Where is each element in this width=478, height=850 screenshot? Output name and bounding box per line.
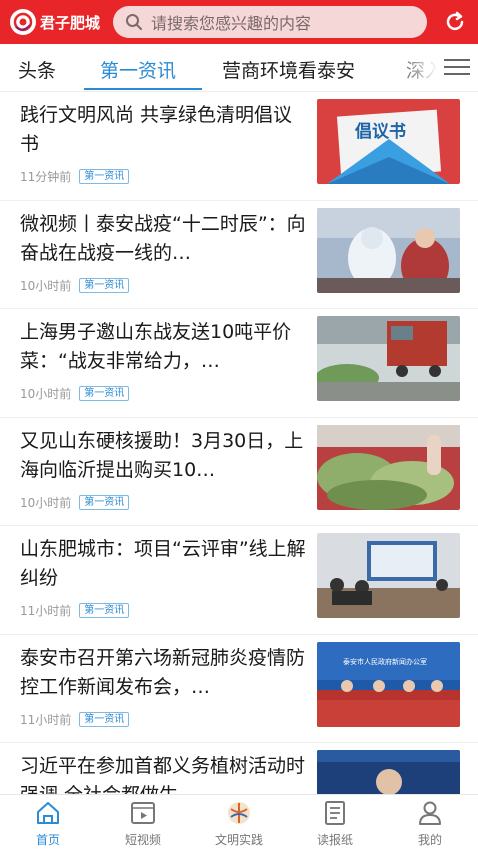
nav-short-video[interactable]: 短视频: [103, 799, 183, 849]
tab-headlines[interactable]: 头条: [18, 56, 56, 83]
news-tag: 第一资讯: [79, 169, 130, 184]
civilization-icon: [228, 802, 250, 824]
tab-first-news[interactable]: 第一资讯: [100, 56, 176, 83]
news-title: 践行文明风尚 共享绿色清明倡议书: [20, 104, 293, 155]
news-tag: 第一资讯: [79, 603, 130, 618]
news-time: 10小时前: [20, 495, 72, 510]
thumbnail-caption: 倡议书: [354, 121, 406, 142]
search-placeholder: 请搜索您感兴趣的内容: [151, 14, 312, 33]
news-tag: 第一资讯: [79, 494, 130, 510]
news-meta: 10小时前 第一资讯: [20, 494, 130, 511]
news-title: 又见山东硬核援助！3月30日，上海向临沂提出购买10…: [20, 429, 304, 481]
channel-menu-icon[interactable]: [444, 56, 470, 78]
news-time: 10小时前: [20, 387, 72, 401]
home-icon: [37, 802, 59, 824]
news-title: 微视频丨泰安战疫“十二时辰”：向奋战在战疫一线的…: [20, 212, 306, 264]
newspaper-icon: [325, 801, 345, 825]
tab-business-environment[interactable]: 营商环境看泰安: [222, 56, 355, 83]
news-item[interactable]: 上海男子邀山东战友送10吨平价菜：“战友非常给力，… 10小时前 第一资讯: [0, 309, 478, 418]
news-thumbnail: [317, 533, 460, 618]
news-thumbnail: 倡议书: [317, 99, 460, 184]
news-meta: 11小时前 第一资讯: [20, 711, 130, 728]
logo-text: 君子肥城: [40, 13, 101, 32]
news-meta: 11分钟前 第一资讯: [20, 168, 130, 185]
news-time: 11分钟前: [20, 170, 72, 184]
news-list: 践行文明风尚 共享绿色清明倡议书 11分钟前 第一资讯 倡议书 微视频丨泰安战疫…: [0, 92, 478, 850]
thumbnail-caption: 泰安市人民政府新闻办公室: [343, 657, 427, 666]
news-meta: 10小时前 第一资讯: [20, 277, 130, 294]
news-tag: 第一资讯: [79, 386, 130, 401]
news-time: 10小时前: [20, 278, 72, 293]
news-title: 上海男子邀山东战友送10吨平价菜：“战友非常给力，…: [20, 321, 292, 372]
nav-profile[interactable]: 我的: [390, 799, 470, 849]
logo-mark-icon: [10, 9, 36, 35]
video-icon: [131, 802, 155, 824]
app-logo[interactable]: 君子肥城: [10, 7, 105, 37]
nav-civilization-practice-label: 文明实践: [214, 833, 263, 847]
news-title: 山东肥城市：项目“云评审”线上解纠纷: [20, 538, 306, 589]
news-thumbnail: [317, 424, 460, 510]
news-item[interactable]: 山东肥城市：项目“云评审”线上解纠纷 11小时前 第一资讯: [0, 526, 478, 635]
bottom-navigation: 首页 短视频 文明实践 读报纸 我的: [0, 794, 478, 850]
news-thumbnail: [317, 316, 460, 401]
channel-tabs: 头条 第一资讯 营商环境看泰安 深入: [0, 44, 478, 92]
news-title: 泰安市召开第六场新冠肺炎疫情防控工作新闻发布会，…: [20, 646, 306, 698]
search-icon: [126, 14, 142, 30]
news-item[interactable]: 践行文明风尚 共享绿色清明倡议书 11分钟前 第一资讯 倡议书: [0, 92, 478, 201]
nav-read-newspaper-label: 读报纸: [316, 833, 353, 847]
news-item[interactable]: 又见山东硬核援助！3月30日，上海向临沂提出购买10… 10小时前 第一资讯: [0, 418, 478, 526]
news-thumbnail: 泰安市人民政府新闻办公室: [317, 641, 460, 727]
news-thumbnail: [317, 207, 460, 293]
nav-read-newspaper[interactable]: 读报纸: [295, 799, 375, 849]
news-item[interactable]: 微视频丨泰安战疫“十二时辰”：向奋战在战疫一线的… 10小时前 第一资讯: [0, 201, 478, 309]
active-tab-indicator: [84, 88, 202, 90]
nav-profile-label: 我的: [417, 833, 442, 847]
nav-civilization-practice[interactable]: 文明实践: [199, 799, 279, 849]
news-meta: 11小时前 第一资讯: [20, 602, 130, 619]
news-time: 11小时前: [20, 604, 72, 618]
news-meta: 10小时前 第一资讯: [20, 385, 130, 402]
news-item[interactable]: 泰安市召开第六场新冠肺炎疫情防控工作新闻发布会，… 11小时前 第一资讯 泰安市…: [0, 635, 478, 743]
news-tag: 第一资讯: [79, 711, 130, 727]
refresh-icon: [446, 11, 464, 31]
nav-home[interactable]: 首页: [8, 799, 88, 849]
news-tag: 第一资讯: [79, 277, 130, 293]
app-screen: 君子肥城 请搜索您感兴趣的内容 头条 第一资讯 营商环境看泰安 深入: [0, 0, 478, 850]
nav-short-video-label: 短视频: [124, 833, 161, 847]
news-time: 11小时前: [20, 712, 72, 727]
search-input[interactable]: 请搜索您感兴趣的内容: [113, 6, 427, 38]
refresh-button[interactable]: [442, 9, 468, 35]
nav-home-label: 首页: [35, 833, 60, 847]
profile-icon: [419, 801, 441, 825]
top-header: 君子肥城 请搜索您感兴趣的内容: [0, 0, 478, 44]
